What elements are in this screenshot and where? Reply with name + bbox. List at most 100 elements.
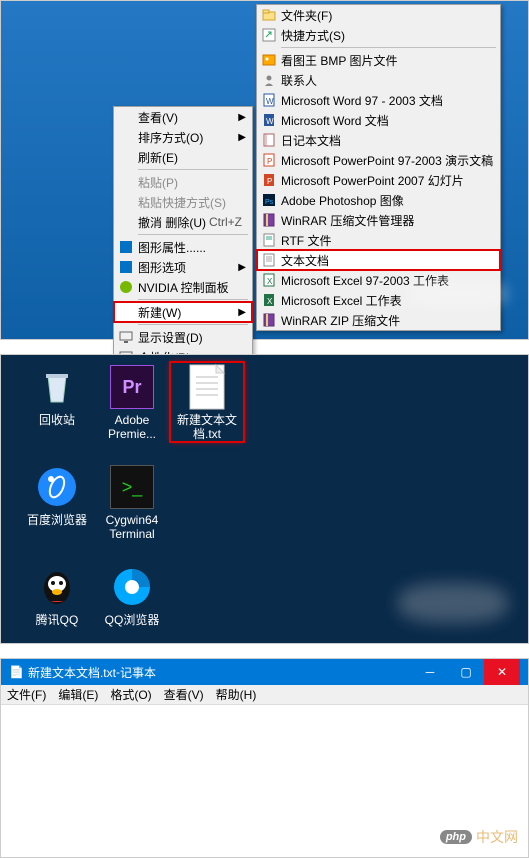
cygwin-icon: >_ [108,463,156,511]
menu-item-label: 日记本文档 [281,132,341,149]
svg-text:W: W [266,97,274,106]
menu-item[interactable]: RTF 文件 [257,230,500,250]
menu-item-label: 撤消 删除(U) [138,214,206,231]
menu-item-label: 排序方式(O) [138,129,203,146]
watermark-text: 中文网 [476,827,518,847]
desktop-icon-cygwin[interactable]: >_Cygwin64Terminal [96,463,168,541]
menu-item[interactable]: 显示设置(D) [114,327,252,347]
intel-icon [118,259,134,275]
menu-item-label: 查看(V) [138,109,178,126]
desktop-icon-recycle-bin[interactable]: 回收站 [21,363,93,427]
qq-icon [33,563,81,611]
menu-item-label: RTF 文件 [281,232,331,249]
bmp-icon [261,52,277,68]
menu-item[interactable]: PsAdobe Photoshop 图像 [257,190,500,210]
docx-icon: W [261,112,277,128]
menu-item[interactable]: W Microsoft Word 文档 [257,110,500,130]
menu-item-label: 新建(W) [138,304,181,321]
menu-item-label: Microsoft Excel 工作表 [281,292,402,309]
menu-item[interactable]: 排序方式(O) ▶ [114,127,252,147]
desktop-icon-baidu[interactable]: 百度浏览器 [21,463,93,527]
svg-text:P: P [267,177,272,186]
submenu-arrow-icon: ▶ [238,132,246,143]
menu-item[interactable]: 看图王 BMP 图片文件 [257,50,500,70]
baidu-icon [33,463,81,511]
menu-shortcut: Ctrl+Z [209,215,242,229]
desktop-icon-label: QQ浏览器 [96,613,168,627]
menu-item[interactable]: 图形属性...... [114,237,252,257]
desktop-icon-txtfile[interactable]: 新建文本文档.txt [171,363,243,441]
notepad-menubar[interactable]: 文件(F) 编辑(E) 格式(O) 查看(V) 帮助(H) [1,685,528,705]
menu-item[interactable]: 粘贴(P) [114,172,252,192]
menu-item[interactable]: WinRAR ZIP 压缩文件 [257,310,500,330]
submenu-arrow-icon: ▶ [238,112,246,123]
intel-icon [118,239,134,255]
menu-item[interactable]: NVIDIA 控制面板 [114,277,252,297]
menubar-item[interactable]: 帮助(H) [216,686,257,703]
svg-text:W: W [266,117,274,126]
qqbrowser-icon [108,563,156,611]
menu-item-label: 看图王 BMP 图片文件 [281,52,397,69]
rtf-icon [261,232,277,248]
maximize-button[interactable]: ▢ [448,659,484,685]
minimize-button[interactable]: ─ [412,659,448,685]
txtfile-icon [183,363,231,411]
svg-text:P: P [267,157,272,166]
psd-icon: Ps [261,192,277,208]
svg-text:X: X [267,297,273,306]
menubar-item[interactable]: 格式(O) [110,686,151,703]
menu-item[interactable]: WinRAR 压缩文件管理器 [257,210,500,230]
menubar-item[interactable]: 查看(V) [164,686,204,703]
menu-item-label: NVIDIA 控制面板 [138,279,229,296]
rar-icon [261,212,277,228]
menu-item[interactable]: PMicrosoft PowerPoint 97-2003 演示文稿 [257,150,500,170]
desktop-icon-qqbrowser[interactable]: QQ浏览器 [96,563,168,627]
watermark-badge: php [440,830,472,844]
file-icon: 📄 [9,665,24,679]
menu-item[interactable]: 查看(V) ▶ [114,107,252,127]
menu-item[interactable]: W Microsoft Word 97 - 2003 文档 [257,90,500,110]
menu-item[interactable]: 联系人 [257,70,500,90]
notepad-window: 📄 新建文本文档.txt - 记事本 ─ ▢ ✕ 文件(F) 编辑(E) 格式(O)… [0,658,529,858]
desktop-icon-qq[interactable]: 腾讯QQ [21,563,93,627]
submenu-arrow-icon: ▶ [238,262,246,273]
desktop-icon-label: Cygwin64Terminal [96,513,168,541]
submenu-arrow-icon: ▶ [238,307,246,318]
menu-item[interactable]: 文本文档 [257,250,500,270]
menu-item[interactable]: 快捷方式(S) [257,25,500,45]
ppt-icon: P [261,152,277,168]
menu-item-label: 粘贴快捷方式(S) [138,194,226,211]
txt-icon [261,252,277,268]
menu-item-label: Microsoft PowerPoint 2007 幻灯片 [281,172,464,189]
desktop-icon-premiere[interactable]: PrAdobePremie... [96,363,168,441]
svg-text:X: X [267,277,273,286]
menubar-item[interactable]: 文件(F) [7,686,46,703]
menu-item[interactable]: 粘贴快捷方式(S) [114,192,252,212]
close-button[interactable]: ✕ [484,659,520,685]
menu-item[interactable]: 日记本文档 [257,130,500,150]
desktop-icon-label: 百度浏览器 [21,513,93,527]
menu-item-label: Adobe Photoshop 图像 [281,192,404,209]
menu-item-label: Microsoft Word 文档 [281,112,389,129]
watermark: php 中文网 [440,827,518,847]
menu-item[interactable]: 撤消 删除(U)Ctrl+Z [114,212,252,232]
notepad-titlebar[interactable]: 📄 新建文本文档.txt - 记事本 ─ ▢ ✕ [1,659,528,685]
desktop-context-menu[interactable]: 查看(V)▶排序方式(O)▶刷新(E)粘贴(P)粘贴快捷方式(S)撤消 删除(U… [113,106,253,368]
menu-item[interactable]: 图形选项▶ [114,257,252,277]
premiere-icon: Pr [108,363,156,411]
notepad-editor[interactable]: php 中文网 [1,705,528,855]
menu-item[interactable]: 新建(W) ▶ [114,302,252,322]
menubar-item[interactable]: 编辑(E) [58,686,98,703]
menu-item[interactable]: P Microsoft PowerPoint 2007 幻灯片 [257,170,500,190]
zip-icon [261,312,277,328]
blurred-area [408,279,508,309]
menu-item[interactable]: 文件夹(F) [257,5,500,25]
doc-icon: W [261,92,277,108]
recycle-bin-icon [33,363,81,411]
menu-item-label: 联系人 [281,72,317,89]
menu-item-label: 图形属性...... [138,239,206,256]
menu-item[interactable]: 刷新(E) [114,147,252,167]
xlsx-icon: X [261,292,277,308]
desktop-icon-label: AdobePremie... [96,413,168,441]
menu-item-label: Microsoft Word 97 - 2003 文档 [281,92,443,109]
